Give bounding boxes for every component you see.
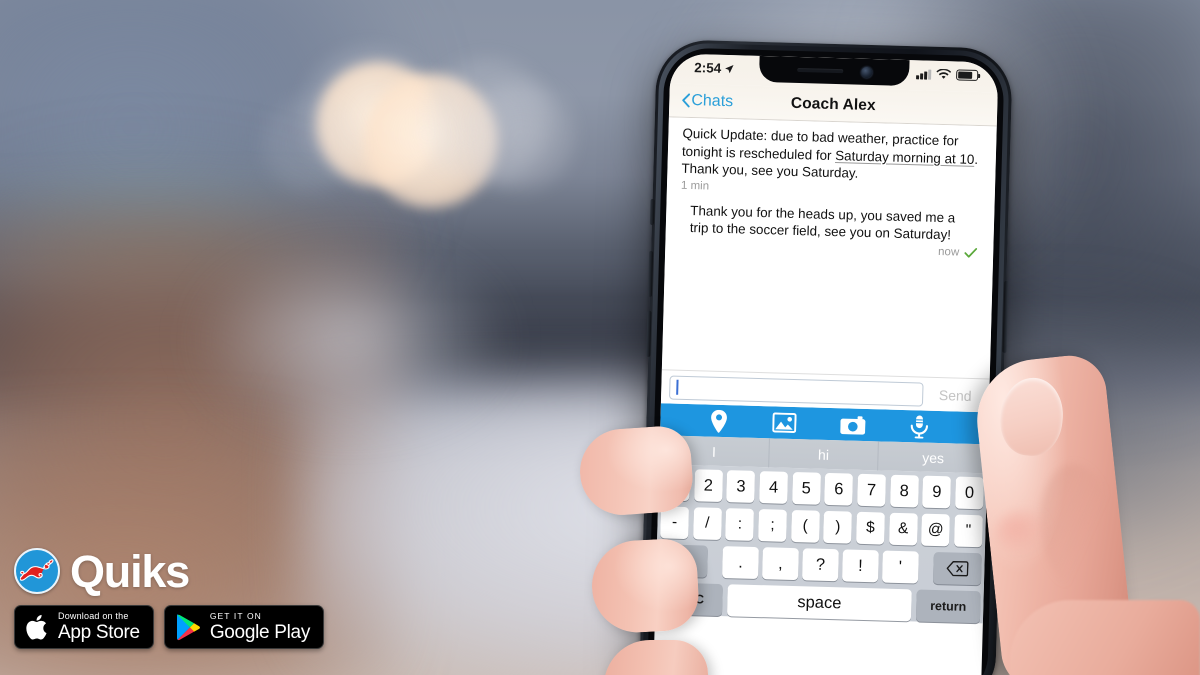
key-paren-close[interactable]: ) [823,510,853,544]
send-button[interactable]: Send [929,386,981,404]
key-semicolon[interactable]: ; [758,509,788,542]
photo-icon[interactable] [771,412,797,433]
status-bar-left: 2:54 [694,60,734,76]
battery-icon [956,69,979,82]
backspace-icon [946,560,969,577]
google-play-small-text: GET IT ON [209,611,262,622]
background-pale-slab-upper [200,250,500,430]
brand-name: Quiks [70,545,190,597]
left-finger-middle [589,537,701,635]
key-colon[interactable]: : [725,508,755,541]
keyboard-spacer-left [711,546,718,578]
thumbnail [996,374,1067,459]
outgoing-timestamp: now [937,245,960,259]
key-3[interactable]: 3 [726,470,756,503]
google-play-badge[interactable]: GET IT ON Google Play [163,605,325,649]
app-store-text: Download on the App Store [58,611,140,643]
key-quote[interactable]: " [953,514,983,548]
key-6[interactable]: 6 [824,472,854,506]
text-caret [676,379,679,395]
branding-block: Quiks Download on the App Store GET IT O… [14,548,325,649]
right-palm [1010,600,1200,675]
google-play-text: GET IT ON Google Play [209,611,311,643]
key-question[interactable]: ? [802,548,839,582]
bokeh-light-faint-4 [262,96,358,192]
front-camera-icon [860,66,872,78]
key-at[interactable]: @ [921,513,951,547]
key-apostrophe[interactable]: ' [882,550,919,584]
message-incoming: Quick Update: due to bad weather, practi… [667,124,996,186]
keyboard-spacer-right [922,552,929,584]
rabbit-glyph [20,559,54,581]
brand-logo-row: Quiks [14,548,324,594]
status-bar-time: 2:54 [694,60,722,76]
silent-switch[interactable] [649,198,655,226]
left-finger-index [577,424,695,518]
quiks-rabbit-logo-icon [14,548,60,594]
keyboard-row-symbols: - / : ; ( ) $ & @ " [660,506,983,548]
suggestion-2[interactable]: yes [877,441,988,474]
key-9[interactable]: 9 [922,475,952,509]
key-7[interactable]: 7 [857,473,887,507]
phone-screen: 2: 54 Chats Coach Alex Quick Update: due … [652,53,999,675]
key-backspace[interactable] [933,551,982,586]
bokeh-light-faint-3 [466,82,574,190]
key-4[interactable]: 4 [759,471,789,504]
wifi-icon [936,68,952,79]
app-store-badge[interactable]: Download on the App Store [14,605,154,649]
message-input[interactable] [669,375,924,407]
keyboard-row-numbers: 1 2 3 4 5 6 7 8 9 0 [661,468,984,510]
cellular-bars-icon [916,69,932,80]
scene-background: 2: 54 Chats Coach Alex Quick Update: due … [0,0,1200,675]
key-period[interactable]: . [722,546,759,580]
key-ampersand[interactable]: & [888,512,918,546]
app-store-small-text: Download on the [58,611,129,621]
store-badges: Download on the App Store GET IT ON Goog… [14,605,325,649]
google-play-big-text: Google Play [209,621,311,643]
keyboard-row-punctuation: #+= . , ? ! ' [659,544,982,586]
location-pin-icon[interactable] [710,409,728,433]
incoming-text-link[interactable]: Saturday morning at 10 [835,148,975,167]
keyboard-row-bottom: ABC space return [658,582,981,624]
key-5[interactable]: 5 [791,471,821,505]
key-space[interactable]: space [726,584,913,622]
phone-notch [758,55,910,87]
key-8[interactable]: 8 [889,474,919,508]
google-play-triangle-icon [176,614,200,641]
key-paren-open[interactable]: ( [790,509,820,543]
back-label: Chats [691,91,734,110]
suggestion-1[interactable]: hi [767,438,879,471]
on-screen-keyboard: 1 2 3 4 5 6 7 8 9 0 - / : ; ( ) [655,464,988,624]
location-arrow-icon [725,64,734,73]
key-dollar[interactable]: $ [855,511,885,545]
chevron-left-icon [682,93,691,108]
microphone-icon[interactable] [910,415,929,439]
key-2[interactable]: 2 [693,469,723,503]
key-comma[interactable]: , [762,547,799,581]
app-store-big-text: App Store [58,622,140,643]
key-slash[interactable]: / [692,507,722,541]
status-bar-right [916,68,979,82]
camera-icon[interactable] [840,415,866,435]
conversation-thread[interactable]: Quick Update: due to bad weather, practi… [661,117,997,379]
key-exclamation[interactable]: ! [842,549,879,583]
earpiece-speaker-icon [796,67,843,74]
key-return[interactable]: return [915,589,981,624]
check-sent-icon [964,248,978,258]
back-to-chats-button[interactable]: Chats [681,91,733,110]
apple-logo-icon [26,614,47,640]
